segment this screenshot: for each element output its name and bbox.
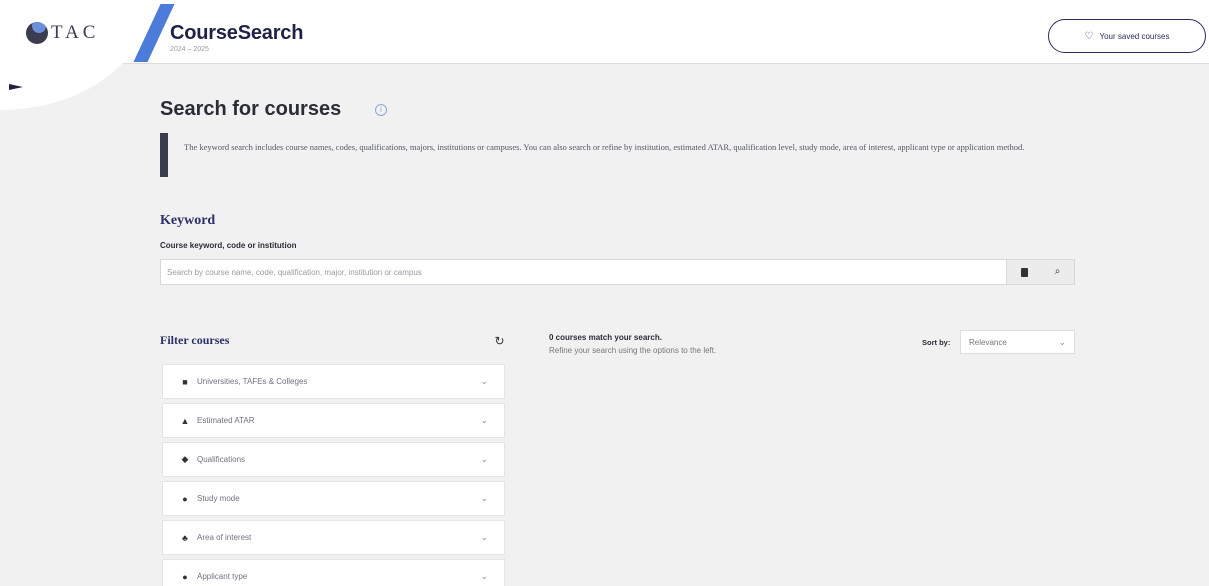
- info-icon[interactable]: i: [375, 104, 387, 116]
- keyword-section-title: Keyword: [160, 213, 216, 228]
- chevron-down-icon: ⌄: [1058, 336, 1066, 347]
- clear-trash-icon[interactable]: [1020, 267, 1028, 277]
- top-header: TAC CourseSearch 2024 – 2025 ♡ Your save…: [0, 0, 1209, 110]
- chevron-down-icon: ⌄: [480, 415, 488, 425]
- saved-courses-button[interactable]: ♡ Your saved courses: [1048, 19, 1206, 53]
- sort-select[interactable]: Relevance ⌄: [960, 330, 1075, 354]
- chevron-down-icon: ⌄: [480, 493, 488, 503]
- filter-study-mode[interactable]: ● Study mode ⌄: [162, 481, 505, 516]
- filter-courses-title: Filter courses: [160, 333, 230, 347]
- logo-text: TAC: [51, 22, 100, 43]
- filter-list: ■ Universities, TAFEs & Colleges ⌄ ▲ Est…: [162, 364, 505, 586]
- side-nav-arrow-icon[interactable]: [9, 84, 23, 90]
- brand: CourseSearch 2024 – 2025: [170, 22, 303, 53]
- vtac-logo[interactable]: TAC: [26, 22, 99, 44]
- toggle-icon: ●: [182, 493, 188, 504]
- callout-bar: [160, 133, 168, 177]
- filter-area-of-interest[interactable]: ♣ Area of interest ⌄: [162, 520, 505, 555]
- heart-outline-icon: ♡: [1084, 30, 1094, 42]
- keyword-search-box: ⌕: [160, 259, 1075, 285]
- keyword-field-label: Course keyword, code or institution: [160, 241, 297, 250]
- user-circle-icon: ●: [182, 571, 188, 582]
- intro-callout: The keyword search includes course names…: [160, 133, 1050, 177]
- search-icon[interactable]: ⌕: [1055, 267, 1061, 277]
- filter-label: Universities, TAFEs & Colleges: [197, 377, 308, 386]
- chevron-down-icon: ⌄: [480, 454, 488, 464]
- reset-filters-icon[interactable]: ↻: [494, 335, 505, 347]
- results-hint: Refine your search using the options to …: [549, 346, 717, 355]
- keyword-search-input[interactable]: [161, 260, 1006, 284]
- results-count: 0 courses match your search.: [549, 333, 662, 342]
- filter-institutions[interactable]: ■ Universities, TAFEs & Colleges ⌄: [162, 364, 505, 399]
- filter-label: Area of interest: [197, 533, 252, 542]
- filter-applicant-type[interactable]: ● Applicant type ⌄: [162, 559, 505, 586]
- building-icon: ■: [182, 376, 188, 387]
- filter-label: Qualifications: [197, 455, 246, 464]
- filter-label: Study mode: [197, 494, 240, 503]
- results-summary: 0 courses match your search. Refine your…: [549, 333, 716, 355]
- chevron-down-icon: ⌄: [480, 532, 488, 542]
- chevron-down-icon: ⌄: [480, 571, 488, 581]
- page-title: Search for courses: [160, 98, 342, 120]
- vtac-logo-mark-icon: [26, 22, 48, 44]
- sitemap-icon: ♣: [182, 532, 188, 543]
- filter-label: Applicant type: [197, 572, 248, 581]
- sort-value: Relevance: [969, 337, 1007, 347]
- sort-label: Sort by:: [922, 338, 951, 347]
- graduation-cap-icon: ◆: [181, 454, 189, 464]
- filter-label: Estimated ATAR: [197, 416, 255, 425]
- app-subtitle: 2024 – 2025: [170, 46, 209, 53]
- filter-estimated-atar[interactable]: ▲ Estimated ATAR ⌄: [162, 403, 505, 438]
- saved-courses-label: Your saved courses: [1099, 31, 1170, 41]
- app-title: CourseSearch: [170, 22, 304, 44]
- search-actions: ⌕: [1006, 260, 1074, 284]
- filter-qualifications[interactable]: ◆ Qualifications ⌄: [162, 442, 505, 477]
- intro-text: The keyword search includes course names…: [184, 142, 1025, 152]
- header-logo-backdrop: [0, 0, 150, 110]
- chevron-down-icon: ⌄: [480, 376, 488, 386]
- shapes-icon: ▲: [180, 415, 190, 426]
